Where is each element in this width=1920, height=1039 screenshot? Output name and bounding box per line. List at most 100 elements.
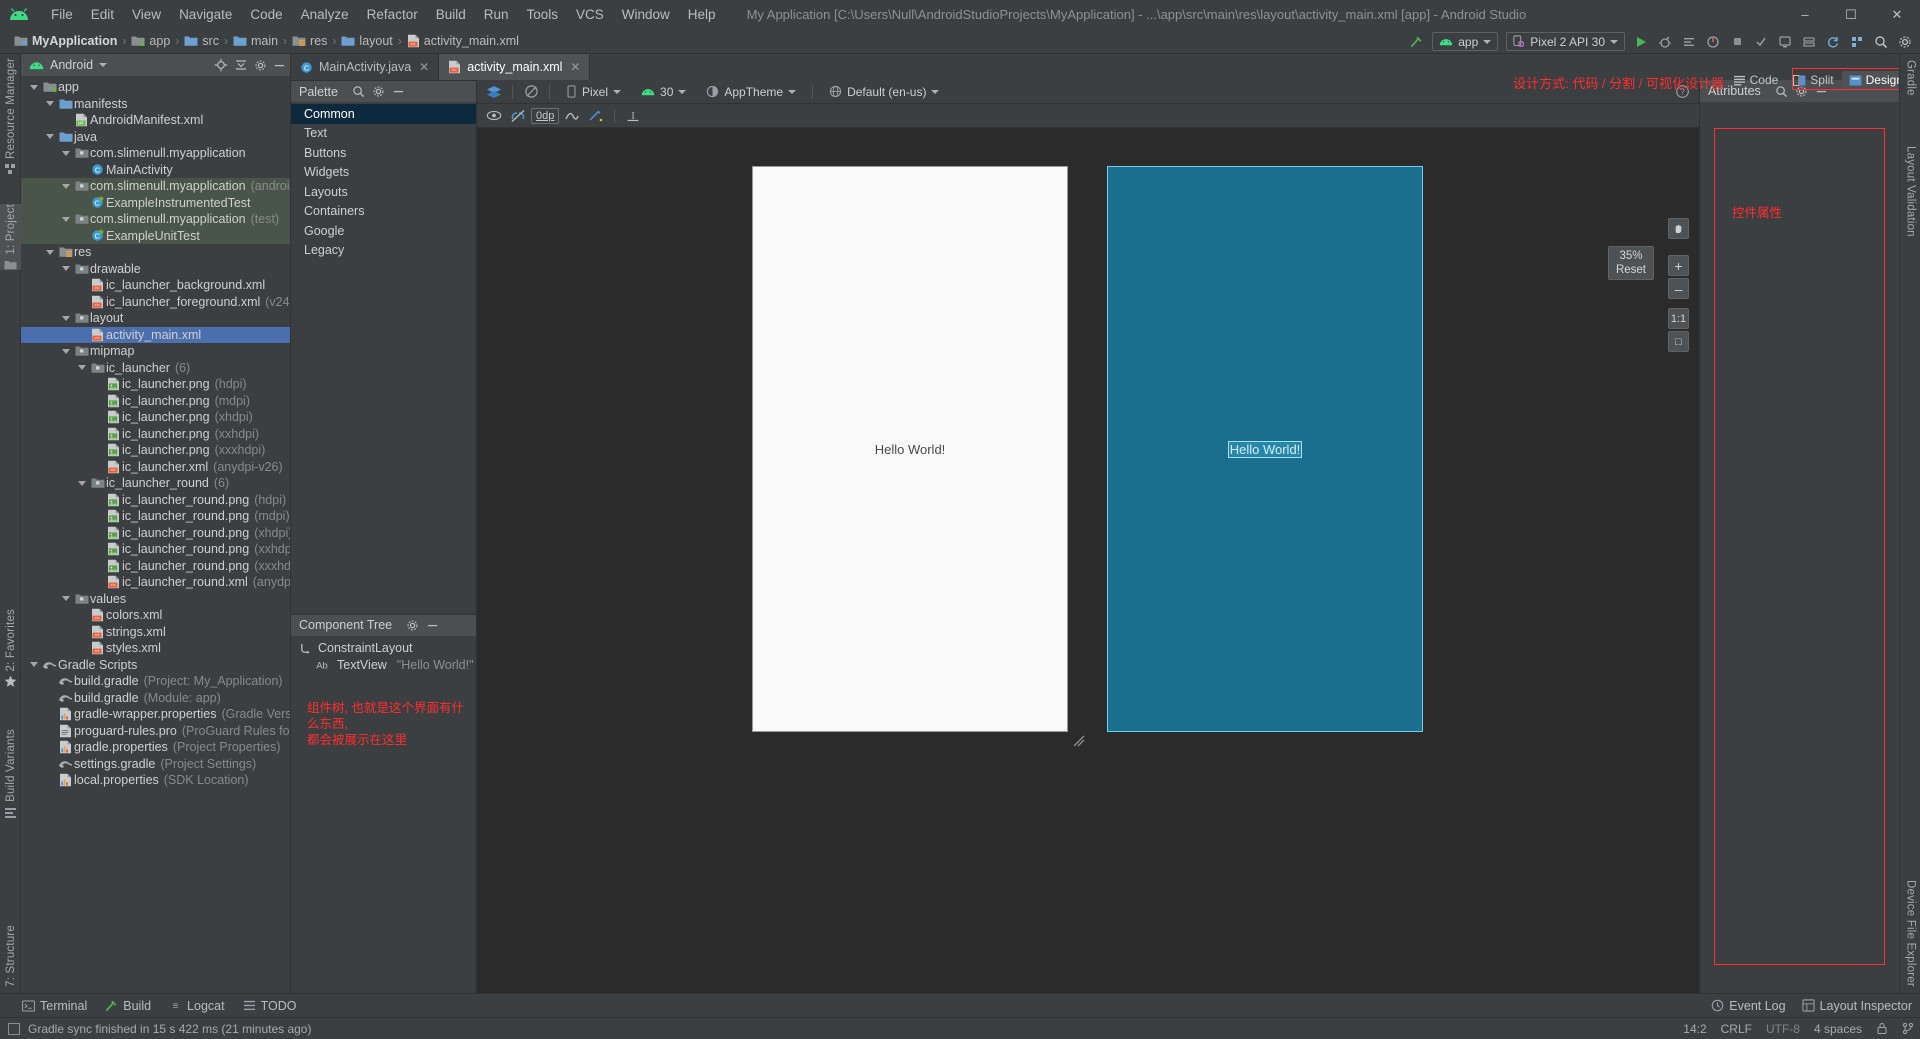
line-separator[interactable]: CRLF	[1721, 1022, 1752, 1036]
tree-row[interactable]: layout	[21, 310, 290, 327]
expand-arrow-icon[interactable]	[27, 84, 41, 90]
palette-category-layouts[interactable]: Layouts	[291, 182, 476, 202]
menu-code[interactable]: Code	[241, 4, 291, 25]
menu-help[interactable]: Help	[679, 4, 725, 25]
editor-tab-mainactivity-java[interactable]: C MainActivity.java ✕	[291, 54, 440, 80]
search-icon[interactable]	[352, 85, 365, 98]
close-button[interactable]: ✕	[1874, 0, 1920, 29]
expand-arrow-icon[interactable]	[27, 662, 41, 668]
view-mode-code[interactable]: Code	[1726, 71, 1786, 89]
minimize-button[interactable]: –	[1782, 0, 1828, 29]
close-icon[interactable]: ✕	[419, 60, 429, 74]
strip-gradle[interactable]: Gradle	[1900, 60, 1920, 96]
tree-row[interactable]: java	[21, 129, 290, 146]
tree-row[interactable]: ic_launcher.png (xxhdpi)	[21, 426, 290, 443]
expand-arrow-icon[interactable]	[43, 134, 57, 140]
locate-file-icon[interactable]	[214, 58, 228, 72]
tree-row[interactable]: <> ic_launcher_round.xml (anydpi-v26)	[21, 574, 290, 591]
breadcrumb-item-src[interactable]: src	[184, 34, 219, 48]
strip-resource-manager[interactable]: Resource Manager	[0, 58, 21, 176]
zoom-out-button[interactable]: –	[1668, 278, 1689, 299]
palette-category-legacy[interactable]: Legacy	[291, 241, 476, 261]
tree-row[interactable]: build.gradle (Project: My_Application)	[21, 673, 290, 690]
strip-project[interactable]: 1: Project	[0, 204, 21, 270]
status-message[interactable]: Gradle sync finished in 15 s 422 ms (21 …	[28, 1022, 311, 1036]
expand-arrow-icon[interactable]	[75, 480, 89, 486]
tree-row[interactable]: ic_launcher.png (xxxhdpi)	[21, 442, 290, 459]
tree-row[interactable]: res	[21, 244, 290, 261]
profiler-icon[interactable]	[1702, 31, 1724, 53]
palette-category-common[interactable]: Common	[291, 104, 476, 124]
design-resize-handle[interactable]	[1072, 734, 1086, 748]
stop-button[interactable]	[1726, 31, 1748, 53]
palette-category-list[interactable]: Common Text Buttons Widgets Layouts Container…	[291, 102, 476, 260]
toolwindow-layout-inspector[interactable]: Layout Inspector	[1801, 999, 1912, 1013]
expand-arrow-icon[interactable]	[43, 101, 57, 107]
hide-panel-icon[interactable]	[426, 619, 439, 632]
project-structure-icon[interactable]	[1846, 31, 1868, 53]
project-view-selector[interactable]: Android	[50, 58, 93, 72]
lock-icon[interactable]	[1876, 1022, 1888, 1035]
tree-row[interactable]: ic_launcher_round.png (xxhdpi)	[21, 541, 290, 558]
tree-row[interactable]: ic_launcher (6)	[21, 360, 290, 377]
zoom-in-button[interactable]: +	[1668, 255, 1689, 276]
tree-row[interactable]: C ExampleUnitTest	[21, 227, 290, 244]
zoom-level-tooltip[interactable]: 35% Reset	[1607, 246, 1654, 280]
menu-file[interactable]: File	[42, 4, 82, 25]
palette-category-buttons[interactable]: Buttons	[291, 143, 476, 163]
strip-layout-validation[interactable]: Layout Validation	[1900, 146, 1920, 237]
build-hammer-icon[interactable]	[1405, 31, 1427, 53]
expand-arrow-icon[interactable]	[59, 183, 73, 189]
caret-position[interactable]: 14:2	[1683, 1022, 1706, 1036]
menu-run[interactable]: Run	[475, 4, 518, 25]
menu-navigate[interactable]: Navigate	[170, 4, 241, 25]
tree-row[interactable]: <> ic_launcher_background.xml	[21, 277, 290, 294]
tree-row[interactable]: <> strings.xml	[21, 624, 290, 641]
tree-row[interactable]: mipmap	[21, 343, 290, 360]
editor-tab-activity_main-xml[interactable]: <> activity_main.xml ✕	[439, 54, 591, 80]
settings-gear-icon[interactable]	[406, 619, 419, 632]
menu-view[interactable]: View	[123, 4, 170, 25]
toolwindow-todo[interactable]: TODO	[243, 999, 296, 1013]
tree-row[interactable]: ic_launcher_round.png (xhdpi)	[21, 525, 290, 542]
expand-arrow-icon[interactable]	[43, 249, 57, 255]
breadcrumb-item-layout[interactable]: layout	[341, 34, 393, 48]
tree-row[interactable]: proguard-rules.pro (ProGuard Rules for ap…	[21, 723, 290, 740]
tree-row[interactable]: ic_launcher.png (xhdpi)	[21, 409, 290, 426]
orientation-icon[interactable]	[520, 82, 542, 102]
toolwindow-terminal[interactable]: Terminal	[22, 999, 87, 1013]
tree-row[interactable]: <> styles.xml	[21, 640, 290, 657]
tree-row[interactable]: local.properties (SDK Location)	[21, 772, 290, 789]
blueprint-preview-device[interactable]: Hello World!	[1107, 166, 1423, 732]
component-tree-node[interactable]: ConstraintLayout	[291, 640, 476, 657]
device-selector[interactable]: Pixel 2 API 30	[1506, 32, 1625, 51]
tree-row[interactable]: ic_launcher.png (hdpi)	[21, 376, 290, 393]
expand-arrow-icon[interactable]	[59, 348, 73, 354]
menu-vcs[interactable]: VCS	[567, 4, 613, 25]
strip-favorites[interactable]: 2: Favorites	[0, 609, 21, 688]
tree-row[interactable]: ic_launcher.png (mdpi)	[21, 393, 290, 410]
indent-size[interactable]: 4 spaces	[1814, 1022, 1862, 1036]
tree-row[interactable]: app	[21, 79, 290, 96]
apply-changes-icon[interactable]	[1750, 31, 1772, 53]
palette-category-text[interactable]: Text	[291, 124, 476, 144]
baseline-align-icon[interactable]: I	[622, 106, 644, 126]
avd-manager-icon[interactable]	[1774, 31, 1796, 53]
theme-menu[interactable]: AppTheme	[700, 82, 803, 101]
strip-device-file-explorer[interactable]: Device File Explorer	[1900, 880, 1920, 987]
tree-row[interactable]: <> activity_main.xml	[21, 326, 290, 343]
hide-panel-icon[interactable]	[392, 85, 405, 98]
maximize-button[interactable]: ☐	[1828, 0, 1874, 29]
palette-category-widgets[interactable]: Widgets	[291, 163, 476, 183]
branch-icon[interactable]	[1902, 1022, 1914, 1035]
show-constraints-eye-icon[interactable]	[483, 106, 505, 126]
settings-gear-icon[interactable]	[372, 85, 385, 98]
run-configuration-selector[interactable]: app	[1432, 32, 1499, 51]
tree-row[interactable]: com.slimenull.myapplication (androidTest)	[21, 178, 290, 195]
chevron-down-icon[interactable]	[99, 63, 108, 67]
close-icon[interactable]: ✕	[570, 60, 580, 74]
preview-surface[interactable]: Hello World! Hello World! + – 1:1 □ 35% …	[477, 128, 1699, 993]
tree-row[interactable]: <> ic_launcher.xml (anydpi-v26)	[21, 459, 290, 476]
zoom-reset-label[interactable]: Reset	[1616, 263, 1646, 277]
tree-row[interactable]: <> ic_launcher_foreground.xml (v24)	[21, 294, 290, 311]
